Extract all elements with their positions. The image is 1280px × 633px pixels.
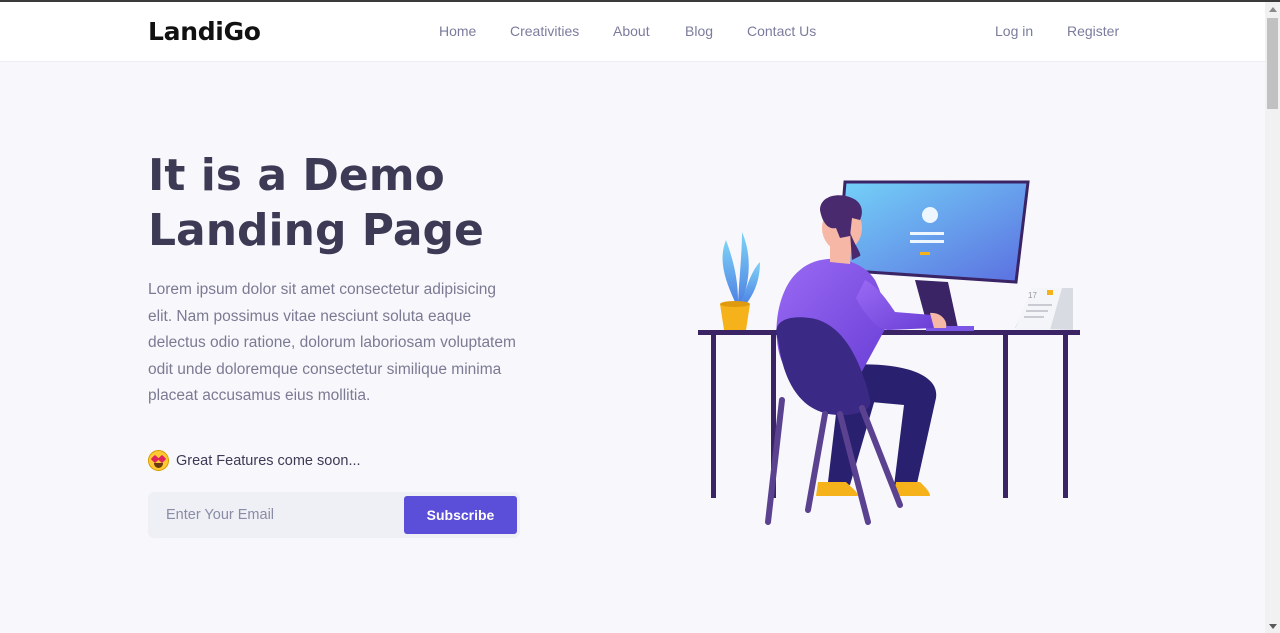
login-link[interactable]: Log in (995, 23, 1033, 39)
nav-about-link[interactable]: About (613, 23, 650, 39)
email-input[interactable] (148, 492, 398, 538)
register-link[interactable]: Register (1067, 23, 1119, 39)
hero-title-line-1: It is a Demo (148, 150, 445, 201)
page: LandiGo Home Creativities About Blog Con… (0, 0, 1280, 633)
hero-title-line-2: Landing Page (148, 205, 484, 256)
scrollbar-thumb[interactable] (1267, 18, 1278, 109)
star-struck-emoji-icon (148, 450, 169, 471)
site-header: LandiGo Home Creativities About Blog Con… (0, 2, 1265, 62)
scroll-up-icon[interactable] (1269, 7, 1277, 12)
plant-icon (720, 232, 760, 330)
brand-logo[interactable]: LandiGo (148, 17, 261, 46)
nav-blog-link[interactable]: Blog (685, 23, 713, 39)
nav-creativities-link[interactable]: Creativities (510, 23, 579, 39)
feature-text: Great Features come soon... (176, 452, 361, 469)
feature-note: Great Features come soon... (148, 450, 361, 471)
subscribe-form: Subscribe (148, 492, 520, 538)
scroll-down-icon[interactable] (1269, 624, 1277, 629)
subscribe-button[interactable]: Subscribe (404, 496, 517, 534)
nav-home-link[interactable]: Home (439, 23, 476, 39)
desk-calendar-icon: 17 (1015, 288, 1073, 330)
hero-title: It is a Demo Landing Page (148, 148, 568, 258)
hero-description: Lorem ipsum dolor sit amet consectetur a… (148, 281, 516, 404)
person-at-desk-illustration: 17 (698, 180, 1080, 525)
page-scrollbar[interactable] (1265, 2, 1280, 633)
nav-contact-link[interactable]: Contact Us (747, 23, 816, 39)
calendar-day-label: 17 (1028, 291, 1037, 300)
